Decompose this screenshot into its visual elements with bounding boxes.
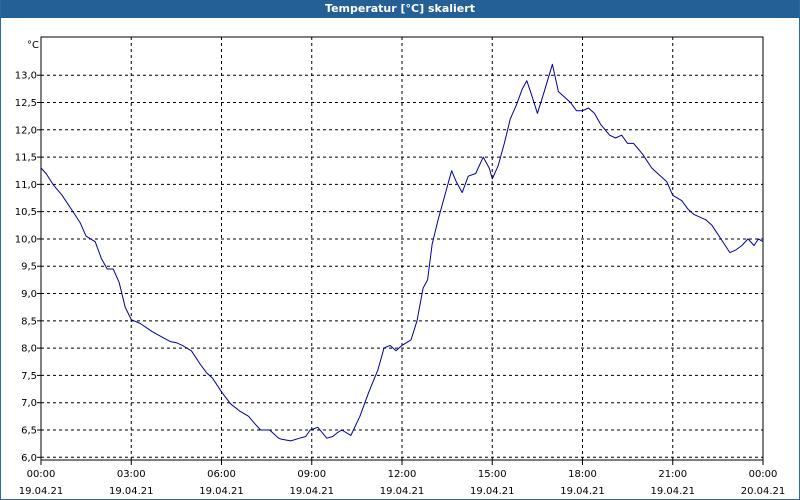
x-tick-date-label: 19.04.21 — [470, 486, 515, 497]
series-layer — [40, 63, 764, 442]
y-tick-label: 12,0 — [15, 125, 37, 136]
y-tick-label: 9,0 — [21, 289, 37, 300]
y-tick-label: 7,5 — [21, 371, 37, 382]
y-tick-label: 7,0 — [21, 398, 37, 409]
x-axis-ticks: 00:00 19.04.21 03:00 19.04.21 06:00 19.04.21 0… — [19, 460, 786, 497]
y-tick-label: 12,5 — [15, 98, 37, 109]
x-tick-time-label: 03:00 — [117, 469, 146, 480]
x-tick-time-label: 00:00 — [749, 469, 778, 480]
grid — [41, 37, 763, 460]
temperature-series-line — [40, 63, 764, 442]
x-tick-time-label: 12:00 — [388, 469, 417, 480]
x-tick-time-label: 18:00 — [568, 469, 597, 480]
y-tick-label: 13,0 — [15, 71, 37, 82]
x-tick-time-label: 09:00 — [297, 469, 326, 480]
y-tick-label: 10,0 — [15, 234, 37, 245]
x-tick-date-label: 19.04.21 — [109, 486, 154, 497]
y-tick-label: 6,0 — [21, 453, 37, 464]
y-axis-ticks: 6,0 6,5 7,0 7,5 8,0 8,5 9,0 9,5 10,0 10,5 11,0 11,5… — [15, 71, 41, 464]
chart-window: Temperatur [°C] skaliert 6,0 6,5 7,0 7,5 8,0… — [0, 0, 800, 500]
y-axis-unit-label: °C — [27, 40, 39, 51]
x-tick-time-label: 15:00 — [478, 469, 507, 480]
y-tick-label: 11,5 — [15, 153, 37, 164]
x-tick-time-label: 06:00 — [207, 469, 236, 480]
x-tick-time-label: 00:00 — [27, 469, 56, 480]
x-tick-date-label: 19.04.21 — [289, 486, 334, 497]
x-tick-time-label: 21:00 — [658, 469, 687, 480]
y-tick-label: 11,0 — [15, 180, 37, 191]
x-tick-date-label: 19.04.21 — [199, 486, 244, 497]
y-tick-label: 8,5 — [21, 316, 37, 327]
y-tick-label: 8,0 — [21, 344, 37, 355]
x-tick-date-label: 19.04.21 — [19, 486, 64, 497]
x-tick-date-label: 19.04.21 — [560, 486, 605, 497]
y-tick-label: 9,5 — [21, 262, 37, 273]
x-tick-date-label: 19.04.21 — [650, 486, 695, 497]
x-tick-date-label: 19.04.21 — [380, 486, 425, 497]
x-tick-date-label: 20.04.21 — [741, 486, 786, 497]
y-tick-label: 6,5 — [21, 425, 37, 436]
chart-canvas: 6,0 6,5 7,0 7,5 8,0 8,5 9,0 9,5 10,0 10,5 11,0 11,5… — [15, 36, 786, 497]
y-tick-label: 10,5 — [15, 207, 37, 218]
